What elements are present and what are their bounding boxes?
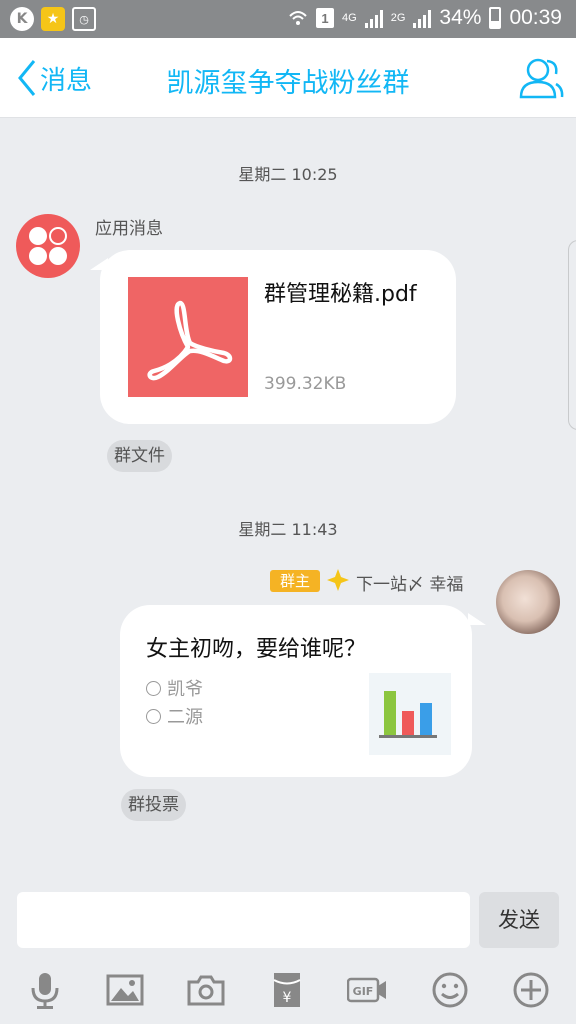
- group-members-icon[interactable]: [518, 56, 564, 100]
- sender-name: 应用消息: [95, 219, 163, 239]
- group-vote-tag[interactable]: 群投票: [121, 789, 186, 821]
- vote-option-label: 凯爷: [167, 679, 203, 700]
- owner-badge: 群主: [270, 570, 320, 592]
- scroll-handle[interactable]: [568, 240, 576, 430]
- user-avatar[interactable]: [496, 570, 560, 634]
- pdf-icon: [128, 277, 248, 397]
- svg-text:¥: ¥: [283, 990, 292, 1006]
- sender-name: 下一站〆 幸福: [356, 575, 464, 595]
- vote-option-label: 二源: [167, 707, 203, 728]
- network-type: 4G: [342, 12, 357, 24]
- chat-header: 消息 凯源玺争夺战粉丝群: [0, 38, 576, 118]
- poll-chart-icon: [369, 673, 451, 755]
- status-bar: K ★ ◷ 1 4G 2G 34% 00:39: [0, 0, 576, 38]
- network-type-2: 2G: [390, 12, 406, 24]
- red-packet-icon[interactable]: ¥: [267, 970, 307, 1010]
- signal-icon-2: [413, 8, 432, 28]
- radio-icon: [146, 680, 161, 696]
- doc-clock-icon: ◷: [72, 7, 96, 31]
- emoji-icon[interactable]: [430, 970, 470, 1010]
- vote-question: 女主初吻，要给谁呢？: [146, 637, 367, 662]
- clock: 00:39: [509, 6, 562, 29]
- sim-badge: 1: [316, 8, 335, 28]
- battery-percent: 34%: [439, 6, 482, 29]
- image-icon[interactable]: [105, 970, 145, 1010]
- group-file-tag[interactable]: 群文件: [107, 440, 172, 472]
- radio-icon: [146, 708, 161, 724]
- battery-icon: [489, 7, 502, 29]
- gif-icon[interactable]: GIF: [346, 970, 387, 1010]
- svg-text:GIF: GIF: [353, 985, 374, 998]
- send-button[interactable]: 发送: [479, 892, 559, 948]
- wifi-icon: [289, 11, 307, 25]
- vote-message-bubble[interactable]: 女主初吻，要给谁呢？ 凯爷 二源: [120, 605, 472, 777]
- signal-icon: [364, 8, 383, 28]
- star-badge-icon: [327, 569, 349, 591]
- file-message-bubble[interactable]: 群管理秘籍.pdf 399.32KB: [100, 250, 456, 424]
- plus-icon[interactable]: [511, 970, 551, 1010]
- file-name: 群管理秘籍.pdf: [264, 282, 417, 307]
- bubble-tail: [468, 613, 486, 625]
- timestamp: 星期二 10:25: [238, 165, 338, 184]
- camera-icon[interactable]: [186, 970, 226, 1010]
- app-message-avatar[interactable]: [16, 214, 80, 278]
- vote-option: 凯爷: [146, 675, 203, 701]
- star-app-icon: ★: [41, 7, 65, 31]
- microphone-icon[interactable]: [25, 970, 65, 1010]
- message-input[interactable]: [17, 892, 470, 948]
- vote-option: 二源: [146, 703, 203, 729]
- file-size: 399.32KB: [264, 374, 347, 394]
- k-app-icon: K: [10, 7, 34, 31]
- page-title: 凯源玺争夺战粉丝群: [166, 68, 410, 99]
- timestamp: 星期二 11:43: [238, 520, 338, 539]
